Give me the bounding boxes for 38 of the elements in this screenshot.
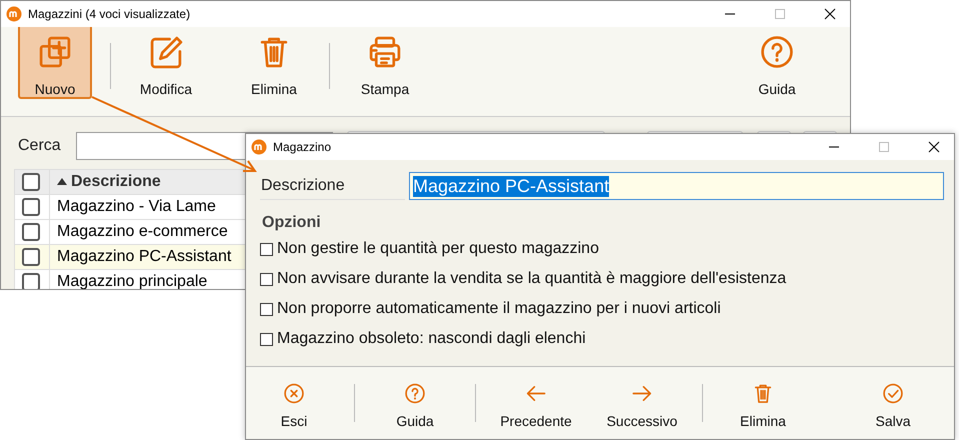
toolbar-button[interactable]: Elimina [237,27,311,99]
row-checkbox[interactable] [22,222,40,241]
window-title: Magazzino [273,140,332,154]
select-all-checkbox[interactable] [22,172,40,191]
window-title: Magazzini (4 voci visualizzate) [28,7,192,21]
option-label[interactable]: Non gestire le quantità per questo magazzino [277,240,599,258]
description-field[interactable]: Magazzino PC-Assistant [409,172,944,200]
new-document-icon [38,35,72,69]
printer-icon [368,35,402,69]
app-logo-icon [251,139,267,155]
toolbar-button[interactable]: Modifica [129,27,203,99]
search-label: Cerca [18,137,62,155]
toolbar-button[interactable]: Successivo [594,375,690,431]
option-label[interactable]: Non avvisare durante la vendita se la quantità è maggiore dell'esistenza [277,270,786,288]
option-checkbox[interactable] [260,332,273,346]
toolbar-button[interactable]: Stampa [348,27,422,99]
help-icon [760,35,794,69]
toolbar-button[interactable]: Precedente [488,375,584,431]
pencil-icon [149,35,183,69]
option-label[interactable]: Magazzino obsoleto: nascondi dagli elenchi [277,330,586,348]
close-icon[interactable] [824,8,836,20]
toolbar-button[interactable]: Nuovo [18,27,92,99]
close-icon[interactable] [928,141,940,153]
toolbar-button[interactable]: Esci [246,375,342,431]
toolbar-button[interactable]: Guida [367,375,463,431]
option-checkbox[interactable] [260,272,273,286]
row-checkbox[interactable] [22,272,40,289]
option-checkbox[interactable] [260,242,273,256]
toolbar-button[interactable]: Guida [740,27,814,99]
row-checkbox[interactable] [22,248,40,266]
option-label[interactable]: Non proporre automaticamente il magazzino per i nuovi articoli [277,300,721,318]
option-checkbox[interactable] [260,302,273,316]
section-title: Opzioni [261,213,322,232]
toolbar-button[interactable]: Salva [845,375,941,431]
row-checkbox[interactable] [22,198,40,216]
toolbar-button[interactable]: Elimina [715,375,811,431]
app-logo-icon [6,6,22,22]
field-label: Descrizione [260,172,405,200]
